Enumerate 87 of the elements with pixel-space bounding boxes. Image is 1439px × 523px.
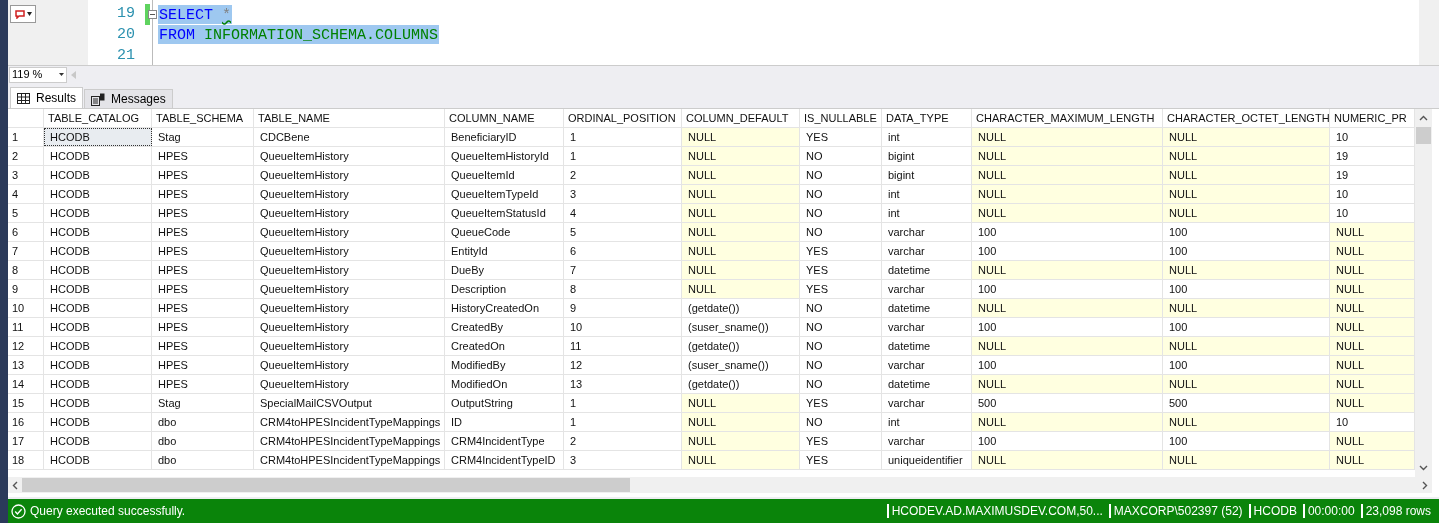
table-cell: NULL (682, 413, 800, 431)
table-cell: NULL (1163, 337, 1330, 355)
scroll-down-icon[interactable] (1419, 465, 1428, 471)
column-header[interactable]: IS_NULLABLE (800, 109, 882, 127)
table-cell: NULL (682, 261, 800, 279)
table-cell: NULL (1330, 223, 1415, 241)
table-cell: NULL (972, 166, 1163, 184)
status-text: 00:00:00 (1307, 503, 1355, 520)
column-header[interactable]: TABLE_CATALOG (44, 109, 152, 127)
scroll-right-icon[interactable] (1422, 480, 1428, 490)
table-cell: NULL (682, 242, 800, 260)
messages-tab[interactable]: Messages (84, 89, 173, 108)
table-cell: NULL (972, 128, 1163, 146)
results-tab[interactable]: Results (10, 87, 83, 108)
table-cell: NULL (1330, 432, 1415, 450)
caret-icon (59, 73, 64, 76)
column-header[interactable]: CHARACTER_MAXIMUM_LENGTH (972, 109, 1163, 127)
line-number: 19 (117, 4, 135, 25)
table-cell: NULL (972, 337, 1163, 355)
status-text: HCODEV.AD.MAXIMUSDEV.COM,50... (891, 503, 1103, 520)
horizontal-scrollbar[interactable] (8, 477, 1432, 493)
comment-dropdown[interactable] (10, 5, 36, 23)
table-cell: NULL (1330, 356, 1415, 374)
table-cell: HCODB (44, 128, 152, 146)
table-cell: NULL (1330, 242, 1415, 260)
column-header[interactable]: CHARACTER_OCTET_LENGTH (1163, 109, 1330, 127)
speech-bubble-icon (14, 9, 25, 19)
table-cell: NULL (1163, 128, 1330, 146)
scrollbar-thumb[interactable] (22, 478, 630, 492)
table-cell: NULL (1330, 280, 1415, 298)
table-cell: NULL (1163, 451, 1330, 469)
table-cell: NULL (682, 185, 800, 203)
table-cell: NULL (1330, 299, 1415, 317)
zoom-dropdown[interactable]: 119 % (9, 66, 67, 83)
vertical-scrollbar[interactable] (1419, 0, 1439, 65)
vertical-scrollbar[interactable] (1415, 109, 1432, 477)
column-header[interactable]: DATA_TYPE (882, 109, 972, 127)
table-cell: NULL (682, 280, 800, 298)
table-cell: NULL (1163, 185, 1330, 203)
scrollbar-thumb[interactable] (1416, 127, 1431, 144)
table-cell: NULL (972, 375, 1163, 393)
table-cell: NULL (1330, 375, 1415, 393)
column-header[interactable]: TABLE_SCHEMA (152, 109, 254, 127)
table-cell: NULL (1330, 394, 1415, 412)
table-cell: NULL (682, 432, 800, 450)
table-cell: NULL (1163, 261, 1330, 279)
column-header[interactable]: COLUMN_DEFAULT (682, 109, 800, 127)
table-cell: NULL (972, 261, 1163, 279)
column-header[interactable]: TABLE_NAME (254, 109, 445, 127)
column-header[interactable]: COLUMN_NAME (445, 109, 564, 127)
table-cell: NULL (972, 451, 1163, 469)
table-cell: NULL (1163, 204, 1330, 222)
table-cell: NULL (682, 147, 800, 165)
scroll-left-icon[interactable] (12, 480, 18, 490)
document-icon (91, 92, 105, 106)
table-cell: NULL (682, 204, 800, 222)
table-cell: NULL (682, 223, 800, 241)
table-cell: NULL (1330, 337, 1415, 355)
table-cell: NULL (1163, 299, 1330, 317)
status-text: HCODB (1253, 503, 1297, 520)
table-cell: NULL (1163, 375, 1330, 393)
column-header[interactable]: ORDINAL_POSITION (564, 109, 682, 127)
table-cell: NULL (682, 128, 800, 146)
table-cell: NULL (972, 147, 1163, 165)
table-cell: NULL (972, 299, 1163, 317)
table-cell: NULL (1163, 413, 1330, 431)
check-circle-icon (11, 503, 26, 519)
status-text: MAXCORP\502397 (52) (1113, 503, 1243, 520)
line-number: 21 (117, 46, 135, 67)
table-cell: NULL (682, 394, 800, 412)
table-cell: NULL (682, 451, 800, 469)
status-text: 23,098 rows (1365, 503, 1431, 520)
table-cell: NULL (1163, 166, 1330, 184)
line-number: 20 (117, 25, 135, 46)
grid-icon (17, 92, 30, 104)
table-cell: NULL (1330, 261, 1415, 279)
table-cell: NULL (972, 185, 1163, 203)
status-message: Query executed successfully. (30, 503, 186, 520)
scroll-up-icon[interactable] (1419, 115, 1428, 121)
table-cell: NULL (682, 166, 800, 184)
table-cell: NULL (972, 204, 1163, 222)
table-cell: NULL (972, 413, 1163, 431)
caret-icon (26, 12, 32, 16)
table-cell: NULL (1163, 147, 1330, 165)
table-cell: NULL (1330, 318, 1415, 336)
table-cell: NULL (1330, 451, 1415, 469)
collapse-icon[interactable] (148, 9, 157, 19)
